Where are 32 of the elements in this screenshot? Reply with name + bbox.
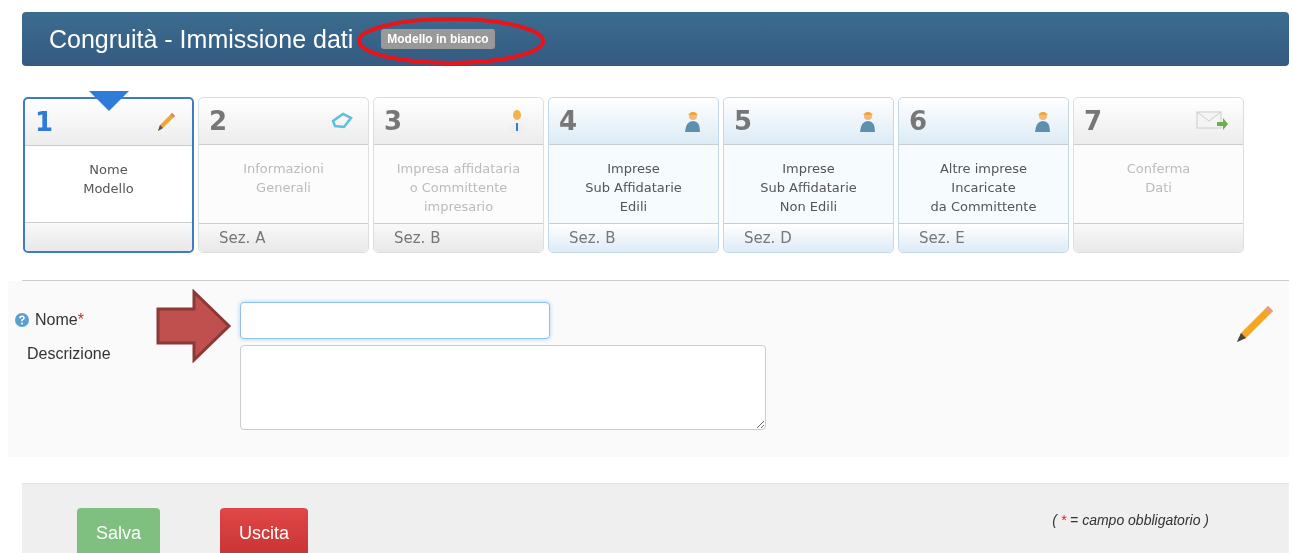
step-label: Informazioni Generali [242,160,325,197]
name-input[interactable] [240,302,550,339]
step-number: 5 [734,106,753,136]
field-label: Descrizione [27,345,111,363]
page-title: Congruità - Immissione dati [49,24,354,54]
wizard-step[interactable]: 5 Imprese Sub Affidatarie Non Edili Sez. D [723,97,894,253]
step-label: Altre imprese Incaricate da Committente [929,160,1038,216]
step-label: Imprese Sub Affidatarie Edili [584,160,683,216]
step-number: 4 [559,106,578,136]
exit-button[interactable]: Uscita [220,508,309,553]
step-label: Conferma Dati [1125,160,1192,197]
step-label: Impresa affidataria o Committente impresario [395,160,522,216]
description-textarea[interactable] [240,345,766,430]
field-label: Nome* [35,311,84,329]
section-label: Sez. A [219,229,266,247]
status-badge: Modello in bianco [381,29,495,49]
section-label: Sez. B [394,229,441,247]
required-note: ( * = campo obbligatorio ) [1052,511,1209,528]
step-label: Imprese Sub Affidatarie Non Edili [759,160,858,216]
step-number: 7 [1084,106,1103,136]
step-label: Nome Modello [82,161,135,198]
step-number: 6 [909,106,928,136]
wizard-step[interactable]: 6 Altre imprese Incaricate da Committente Sez. E [898,97,1069,253]
section-label: Sez. D [744,229,792,247]
step-number: 1 [35,107,54,137]
help-icon[interactable] [15,313,29,327]
step-number: 2 [209,106,228,136]
section-label: Sez. E [919,229,965,247]
section-label: Sez. B [569,229,616,247]
wizard-step[interactable]: 4 Imprese Sub Affidatarie Edili Sez. B [548,97,719,253]
step-number: 3 [384,106,403,136]
pointer-icon [89,91,129,111]
